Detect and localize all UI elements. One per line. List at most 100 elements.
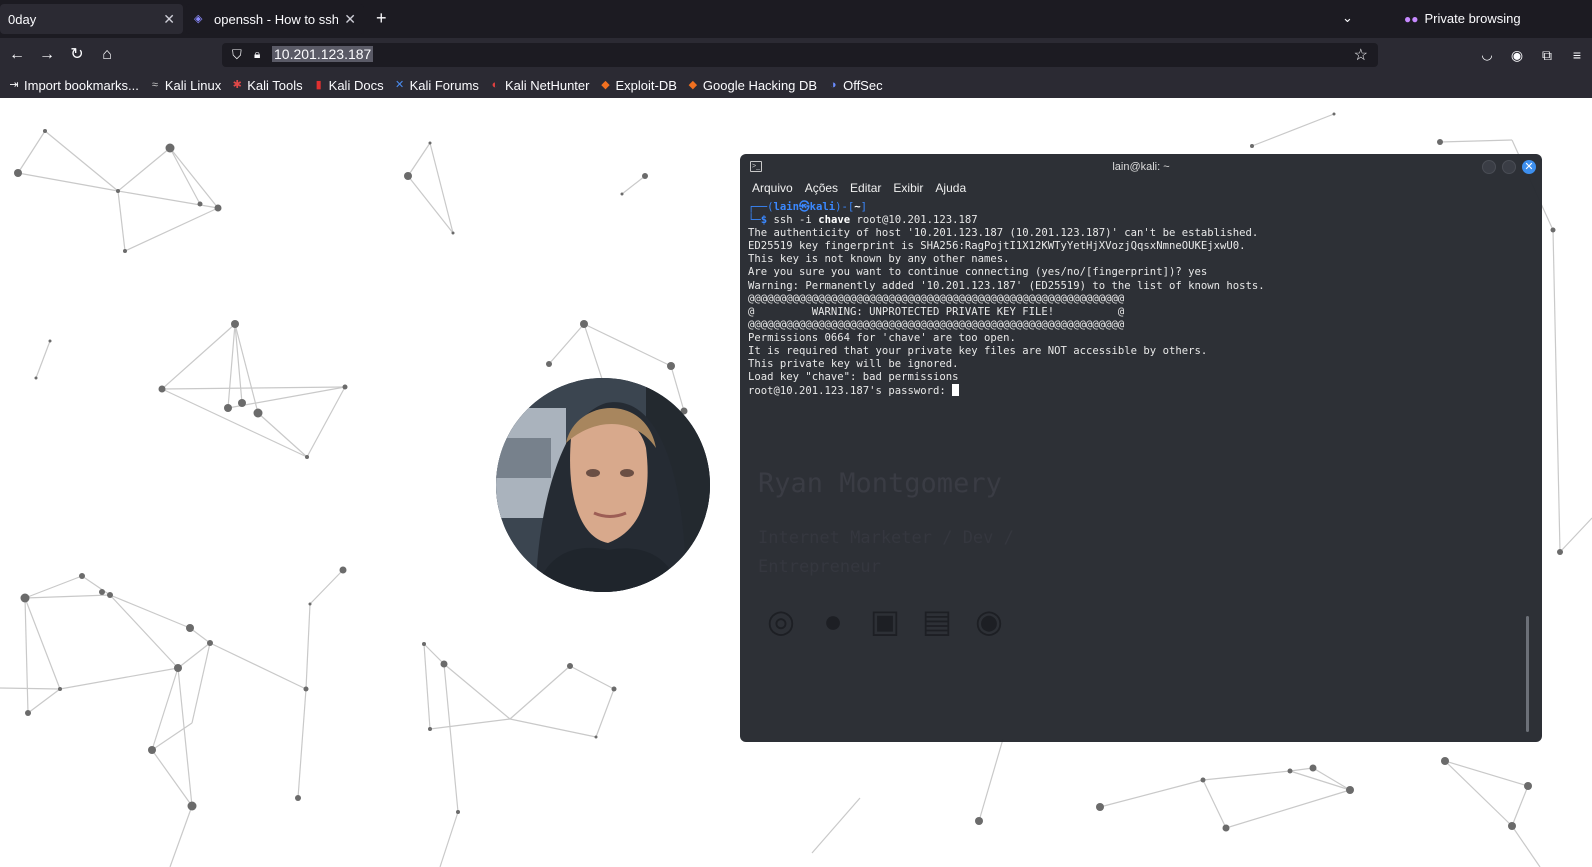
- profile-avatar: [496, 378, 710, 592]
- twitch-icon[interactable]: ▣: [864, 600, 906, 642]
- ghdb-icon: ◆: [688, 79, 698, 91]
- bookmark-item[interactable]: ◐ Kali NetHunter: [489, 78, 590, 93]
- bookmarks-toolbar: ⇥ Import bookmarks... ≈ Kali Linux ✱ Kali T…: [0, 72, 1592, 98]
- bookmark-item[interactable]: ◆ Exploit-DB: [599, 77, 677, 93]
- terminal-cursor: [952, 384, 960, 397]
- profile-photo: [496, 378, 710, 592]
- menu-editar[interactable]: Editar: [850, 181, 881, 195]
- tab-openssh[interactable]: ◈ openssh - How to ssh to r ✕: [186, 4, 364, 34]
- kali-dragon-icon: ≈: [151, 79, 158, 91]
- minimize-button[interactable]: [1482, 160, 1496, 174]
- terminal-title: lain@kali: ~: [1112, 161, 1170, 173]
- output-line: This private key will be ignored.: [748, 358, 959, 371]
- menu-acoes[interactable]: Ações: [805, 181, 838, 195]
- output-line: It is required that your private key fil…: [748, 345, 1208, 358]
- bookmark-label: Kali Docs: [328, 77, 384, 93]
- reload-icon[interactable]: ↻: [66, 44, 88, 66]
- command-arg: chave: [818, 214, 851, 227]
- output-line: Warning: Permanently added '10.201.123.1…: [748, 279, 1265, 292]
- facebook-icon[interactable]: ●: [812, 600, 854, 642]
- password-prompt: root@10.201.123.187's password:: [748, 385, 953, 398]
- tab-title: 0day: [8, 11, 37, 27]
- offsec-icon: ◑: [829, 79, 837, 91]
- lock-icon[interactable]: 🔒︎: [254, 47, 260, 62]
- tab-title: openssh - How to ssh to r: [214, 11, 339, 27]
- social-links: ◎ ● ▣ ▤ ◉: [760, 600, 1020, 642]
- command-line: └─$ ssh -i chave root@10.201.123.187: [748, 214, 978, 227]
- extensions-icon[interactable]: ⧉: [1536, 44, 1558, 66]
- linkedin-icon[interactable]: ▤: [916, 600, 958, 642]
- private-mask-icon: ●●: [1404, 11, 1419, 26]
- command-prefix: ssh -i: [773, 214, 819, 227]
- bookmark-label: Exploit-DB: [615, 77, 677, 93]
- forward-arrow-icon[interactable]: →: [36, 44, 58, 66]
- close-window-button[interactable]: ✕: [1522, 160, 1536, 174]
- kali-forums-icon: ✕: [394, 79, 405, 91]
- output-line: @@@@@@@@@@@@@@@@@@@@@@@@@@@@@@@@@@@@@@@@…: [748, 292, 1125, 305]
- close-tab-icon[interactable]: ✕: [344, 11, 356, 28]
- menu-ajuda[interactable]: Ajuda: [935, 181, 966, 195]
- close-tab-icon[interactable]: ✕: [163, 11, 175, 28]
- terminal-menubar: Arquivo Ações Editar Exibir Ajuda: [752, 181, 978, 195]
- output-line: Are you sure you want to continue connec…: [748, 266, 1208, 279]
- terminal-scrollbar[interactable]: [1526, 616, 1529, 732]
- output-line: Load key "chave": bad permissions: [748, 371, 959, 384]
- bookmark-star-icon[interactable]: ☆: [1354, 45, 1368, 65]
- prompt-user: lain㉿kali: [773, 201, 836, 213]
- instagram-icon[interactable]: ◎: [760, 600, 802, 642]
- bookmark-item[interactable]: ▮ Kali Docs: [313, 78, 384, 93]
- account-icon[interactable]: ◉: [1506, 44, 1528, 66]
- private-browsing-label: Private browsing: [1424, 11, 1521, 26]
- bookmark-label: Kali Linux: [164, 77, 222, 93]
- bookmark-label: OffSec: [843, 77, 883, 93]
- chevron-down-icon[interactable]: ⌄: [1342, 10, 1353, 26]
- menu-exibir[interactable]: Exibir: [893, 181, 923, 195]
- bookmark-item[interactable]: ◑ OffSec: [827, 78, 883, 93]
- output-line: ED25519 key fingerprint is SHA256:RagPoj…: [748, 240, 1246, 253]
- profile-role: Internet Marketer / Dev / Entrepreneur: [758, 528, 1014, 577]
- password-line[interactable]: root@10.201.123.187's password:: [748, 384, 1265, 398]
- output-line: The authenticity of host '10.201.123.187…: [748, 227, 1259, 240]
- prompt-line: ┌──(lain㉿kali)-[~]: [748, 201, 868, 213]
- back-arrow-icon[interactable]: ←: [6, 44, 28, 66]
- nethunter-icon: ◐: [491, 79, 499, 91]
- import-icon: ⇥: [9, 79, 19, 91]
- bookmark-item[interactable]: ✱ Kali Tools: [231, 77, 303, 93]
- terminal-output[interactable]: ┌──(lain㉿kali)-[~] └─$ ssh -i chave root@…: [748, 201, 1265, 398]
- bookmark-label: Kali Forums: [409, 77, 479, 93]
- output-line: This key is not known by any other names…: [748, 253, 1010, 266]
- bookmark-item[interactable]: ✕ Kali Forums: [394, 78, 479, 93]
- tab-strip: 0day ✕ ◈ openssh - How to ssh to r ✕ + ⌄…: [0, 0, 1592, 38]
- menu-hamburger-icon[interactable]: ≡: [1566, 44, 1588, 66]
- terminal-window[interactable]: Ryan Montgomery Internet Marketer / Dev …: [740, 154, 1542, 742]
- bookmark-label: Import bookmarks...: [24, 77, 139, 93]
- bookmark-label: Google Hacking DB: [702, 77, 818, 93]
- bookmark-label: Kali Tools: [247, 77, 303, 93]
- maximize-button[interactable]: [1502, 160, 1516, 174]
- command-suffix: root@10.201.123.187: [850, 214, 978, 227]
- profile-name: Ryan Montgomery: [758, 468, 1002, 499]
- url-text[interactable]: 10.201.123.187: [272, 46, 374, 62]
- page-content: Ryan Montgomery Internet Marketer / Dev …: [0, 98, 1592, 867]
- bookmark-label: Kali NetHunter: [504, 77, 590, 93]
- output-line: Permissions 0664 for 'chave' are too ope…: [748, 331, 1016, 344]
- bookmark-item[interactable]: ◆ Google Hacking DB: [687, 78, 817, 93]
- url-bar[interactable]: ⛉ 🔒︎ 10.201.123.187 ☆: [222, 43, 1378, 67]
- exploitdb-icon: ◆: [601, 79, 610, 91]
- kali-docs-icon: ▮: [315, 79, 322, 91]
- github-icon[interactable]: ◉: [968, 600, 1010, 642]
- bookmark-item[interactable]: ≈ Kali Linux: [149, 78, 221, 93]
- output-line: @@@@@@@@@@@@@@@@@@@@@@@@@@@@@@@@@@@@@@@@…: [748, 318, 1125, 331]
- output-line: @ WARNING: UNPROTECTED PRIVATE KEY FILE!…: [748, 305, 1125, 318]
- bookmark-item[interactable]: ⇥ Import bookmarks...: [8, 77, 139, 93]
- stackexchange-icon: ◈: [194, 13, 203, 25]
- pocket-icon[interactable]: ◡: [1476, 44, 1498, 66]
- new-tab-button[interactable]: +: [376, 8, 387, 29]
- shield-icon[interactable]: ⛉: [232, 47, 242, 63]
- private-browsing-indicator: ●● Private browsing: [1404, 11, 1521, 26]
- tab-0day[interactable]: 0day ✕: [0, 4, 183, 34]
- menu-arquivo[interactable]: Arquivo: [752, 181, 793, 195]
- terminal-app-icon: >_: [750, 161, 762, 172]
- kali-tools-icon: ✱: [232, 79, 242, 91]
- home-icon[interactable]: ⌂: [96, 44, 118, 66]
